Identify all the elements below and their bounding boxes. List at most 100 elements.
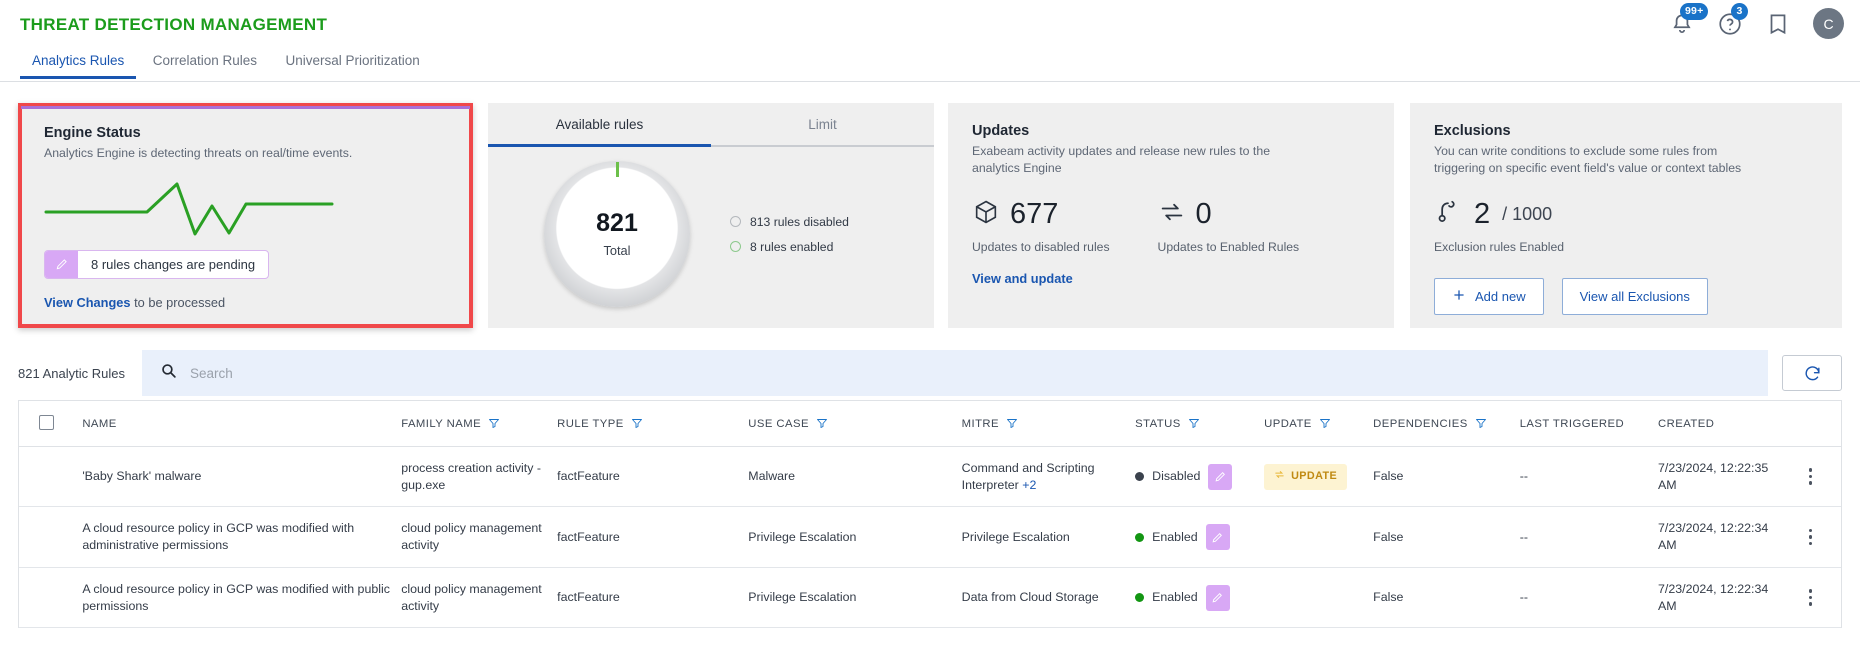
card-accent-bar [21, 106, 470, 109]
engine-status-subtitle: Analytics Engine is detecting threats on… [44, 146, 353, 160]
col-mitre-label: MITRE [961, 418, 1000, 430]
avatar[interactable]: C [1813, 8, 1844, 39]
select-all-checkbox[interactable] [39, 415, 54, 430]
tab-analytics-rules[interactable]: Analytics Rules [20, 53, 137, 79]
filter-icon[interactable] [1006, 417, 1018, 432]
row-menu-button[interactable] [1780, 468, 1841, 485]
status-label: Enabled [1152, 529, 1198, 544]
filter-icon[interactable] [1188, 417, 1200, 432]
col-created-label: CREATED [1658, 418, 1715, 430]
edit-status-button[interactable] [1205, 584, 1230, 611]
tab-limit[interactable]: Limit [711, 117, 934, 147]
tab-universal-prioritization[interactable]: Universal Prioritization [274, 53, 432, 78]
col-created[interactable]: CREATED [1658, 401, 1780, 447]
updates-metrics: 677 Updates to disabled rules 0 Updates … [972, 198, 1370, 255]
cell-name: 'Baby Shark' malware [82, 446, 402, 508]
main-tabs: Analytics Rules Correlation Rules Univer… [0, 48, 1860, 82]
engine-status-title: Engine Status [44, 125, 141, 141]
updates-subtitle: Exabeam activity updates and release new… [972, 144, 1271, 175]
table-body: 'Baby Shark' malware process creation ac… [19, 446, 1841, 629]
metric-disabled-caption: Updates to disabled rules [972, 240, 1110, 255]
col-status[interactable]: STATUS [1135, 401, 1265, 447]
search-box[interactable] [142, 350, 1768, 396]
table-row[interactable]: A cloud resource policy in GCP was modif… [19, 567, 1841, 629]
filter-icon[interactable] [1475, 417, 1487, 432]
cell-created: 7/23/2024, 12:22:35 AM [1658, 446, 1780, 508]
status-label: Enabled [1152, 590, 1198, 605]
cell-mitre: Command and Scripting Interpreter +2 [961, 446, 1136, 508]
book-icon[interactable] [1765, 11, 1791, 37]
col-update[interactable]: UPDATE [1264, 401, 1374, 447]
status-dot-icon [1135, 472, 1145, 482]
cell-mitre: Data from Cloud Storage [961, 567, 1136, 629]
cell-rule-type: factFeature [557, 446, 749, 508]
metric-enabled-updates: 0 Updates to Enabled Rules [1158, 198, 1300, 255]
cell-mitre-more[interactable]: +2 [1022, 478, 1036, 492]
view-all-exclusions-label: View all Exclusions [1579, 289, 1690, 305]
legend-item-disabled[interactable]: 813 rules disabled [730, 215, 849, 229]
cell-mitre: Privilege Escalation [961, 506, 1136, 568]
page-root: THREAT DETECTION MANAGEMENT 99+ 3 C Anal… [0, 0, 1860, 671]
updates-title: Updates [972, 123, 1030, 139]
help-icon[interactable]: 3 [1717, 2, 1748, 37]
cell-actions [1779, 567, 1841, 629]
edit-status-button[interactable] [1208, 463, 1233, 490]
row-menu-button[interactable] [1780, 528, 1841, 546]
col-rule-type-label: RULE TYPE [557, 418, 624, 430]
refresh-button[interactable] [1782, 355, 1842, 391]
cell-family-name: process creation activity - gup.exe [401, 446, 558, 508]
pending-changes-pill[interactable]: 8 rules changes are pending [44, 249, 270, 279]
search-input[interactable] [190, 365, 1670, 381]
exclusions-value: 2 [1474, 198, 1491, 231]
bell-icon[interactable]: 99+ [1669, 2, 1709, 37]
filter-icon[interactable] [1319, 417, 1331, 432]
cell-dependencies: False [1373, 446, 1520, 508]
branch-icon [1434, 198, 1462, 231]
view-and-update-link[interactable]: View and update [972, 271, 1073, 286]
col-name[interactable]: NAME [82, 401, 402, 447]
table-row[interactable]: A cloud resource policy in GCP was modif… [19, 506, 1841, 568]
cell-last-triggered: -- [1519, 506, 1659, 568]
tab-correlation-rules[interactable]: Correlation Rules [141, 53, 269, 78]
donut-enabled-segment [615, 162, 619, 177]
col-rule-type[interactable]: RULE TYPE [557, 401, 749, 447]
engine-sparkline [44, 178, 447, 236]
notifications-badge: 99+ [1680, 2, 1709, 20]
row-menu-button[interactable] [1780, 589, 1841, 606]
view-all-exclusions-button[interactable]: View all Exclusions [1561, 278, 1708, 316]
cell-family-name: cloud policy management activity [401, 567, 558, 629]
table-row[interactable]: 'Baby Shark' malware process creation ac… [19, 446, 1841, 508]
tab-available-rules[interactable]: Available rules [488, 117, 711, 147]
exclusions-subtitle: You can write conditions to exclude some… [1434, 144, 1742, 175]
rules-table: NAME FAMILY NAME RULE TYPE USE CASE MITR… [18, 400, 1842, 629]
status-label: Disabled [1152, 469, 1201, 484]
available-rules-tabs: Available rules Limit [488, 103, 934, 147]
legend-marker-disabled-icon [730, 216, 741, 227]
table-header: NAME FAMILY NAME RULE TYPE USE CASE MITR… [19, 401, 1841, 447]
status-dot-icon [1135, 593, 1145, 603]
exclusions-caption: Exclusion rules Enabled [1434, 240, 1565, 255]
edit-status-button[interactable] [1205, 524, 1230, 551]
legend-label-enabled: 8 rules enabled [750, 239, 834, 254]
cell-use-case: Malware [748, 446, 962, 508]
col-last-triggered[interactable]: LAST TRIGGERED [1519, 401, 1659, 447]
updates-card: Updates Exabeam activity updates and rel… [948, 103, 1394, 328]
cell-update [1264, 506, 1374, 568]
cell-last-triggered: -- [1519, 446, 1659, 508]
update-chip[interactable]: UPDATE [1264, 463, 1348, 490]
col-name-label: NAME [82, 418, 117, 430]
view-changes-link[interactable]: View Changes [44, 295, 131, 310]
filter-icon[interactable] [631, 417, 643, 432]
add-new-button[interactable]: Add new [1434, 278, 1544, 316]
filter-icon[interactable] [816, 417, 828, 432]
col-dependencies[interactable]: DEPENDENCIES [1373, 401, 1520, 447]
cell-dependencies: False [1373, 506, 1520, 568]
col-family-name[interactable]: FAMILY NAME [401, 401, 558, 447]
exclusions-limit: / 1000 [1502, 204, 1553, 225]
col-mitre[interactable]: MITRE [961, 401, 1136, 447]
metric-enabled-value: 0 [1195, 198, 1212, 231]
filter-icon[interactable] [488, 417, 500, 432]
legend-item-enabled[interactable]: 8 rules enabled [730, 240, 849, 254]
plus-icon [1452, 288, 1466, 305]
col-use-case[interactable]: USE CASE [748, 401, 962, 447]
